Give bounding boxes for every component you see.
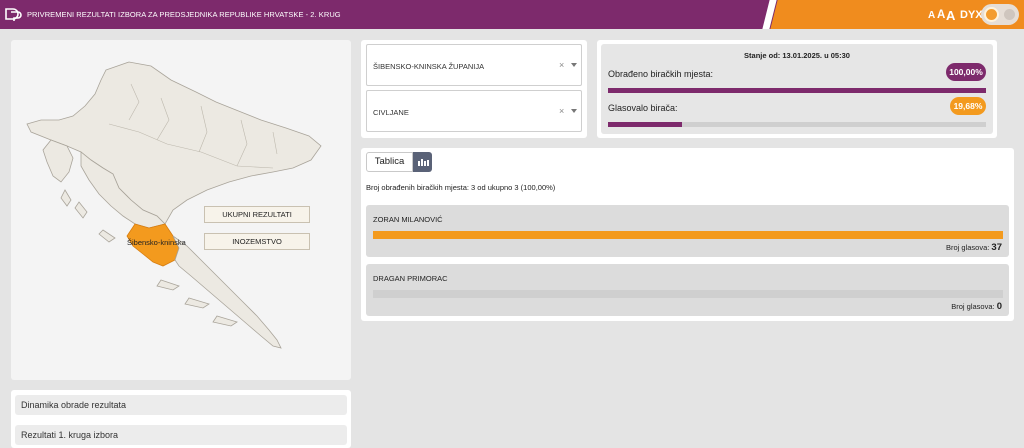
- status-inner: Stanje od: 13.01.2025. u 05:30 Obrađeno …: [601, 44, 993, 134]
- turnout-bar: [608, 122, 986, 127]
- turnout-badge: 19,68%: [950, 97, 986, 115]
- filter-panel: ŠIBENSKO-KNINSKA ŽUPANIJA × CIVLJANE ×: [361, 40, 587, 138]
- candidate-bar: [373, 231, 1003, 239]
- processed-badge: 100,00%: [946, 63, 986, 81]
- municipality-clear-icon[interactable]: ×: [559, 106, 564, 116]
- votes-label: Broj glasova:: [951, 302, 995, 311]
- total-results-button[interactable]: UKUPNI REZULTATI: [204, 206, 310, 223]
- municipality-select-value: CIVLJANE: [373, 108, 409, 117]
- county-select-value: ŠIBENSKO-KNINSKA ŽUPANIJA: [373, 62, 485, 71]
- map-panel: UKUPNI REZULTATI INOZEMSTVO Šibensko-kni…: [11, 40, 351, 380]
- font-size-large-button[interactable]: A: [946, 8, 955, 23]
- county-select[interactable]: ŠIBENSKO-KNINSKA ŽUPANIJA ×: [366, 44, 582, 86]
- highlighted-region-label: Šibensko-kninska: [127, 238, 186, 247]
- candidate-votes: Broj glasova: 37: [946, 242, 1002, 253]
- candidate-bar-fill: [373, 231, 1003, 239]
- county-clear-icon[interactable]: ×: [559, 60, 564, 70]
- processed-count-line: Broj obrađenih biračkih mjesta: 3 od uku…: [366, 183, 556, 192]
- processed-bar-fill: [608, 88, 986, 93]
- page-title: PRIVREMENI REZULTATI IZBORA ZA PREDSJEDN…: [27, 10, 341, 19]
- processed-bar: [608, 88, 986, 93]
- votes-value: 0: [996, 301, 1002, 312]
- map-region-south: [172, 235, 282, 349]
- status-panel: Stanje od: 13.01.2025. u 05:30 Obrađeno …: [597, 40, 997, 138]
- bottom-panel: Dinamika obrade rezultata Rezultati 1. k…: [11, 390, 351, 448]
- candidate-row: ZORAN MILANOVIĆ Broj glasova: 37: [366, 205, 1009, 257]
- candidate-row: DRAGAN PRIMORAC Broj glasova: 0: [366, 264, 1009, 316]
- chart-view-icon[interactable]: [413, 152, 432, 172]
- moon-icon: [1004, 9, 1015, 20]
- chevron-down-icon[interactable]: [571, 63, 577, 67]
- status-timestamp: Stanje od: 13.01.2025. u 05:30: [744, 51, 850, 60]
- turnout-bar-fill: [608, 122, 683, 127]
- results-panel: Tablica Broj obrađenih biračkih mjesta: …: [361, 148, 1014, 321]
- votes-label: Broj glasova:: [945, 243, 990, 252]
- accordion-first-round-results[interactable]: Rezultati 1. kruga izbora: [15, 425, 347, 445]
- turnout-label: Glasovalo birača:: [608, 103, 678, 113]
- font-size-medium-button[interactable]: A: [937, 9, 945, 21]
- theme-toggle[interactable]: [981, 4, 1019, 25]
- candidate-name: DRAGAN PRIMORAC: [373, 274, 448, 283]
- top-header: PRIVREMENI REZULTATI IZBORA ZA PREDSJEDN…: [0, 0, 1024, 29]
- font-size-small-button[interactable]: A: [928, 10, 935, 21]
- candidate-bar: [373, 290, 1003, 298]
- votes-value: 37: [991, 242, 1002, 253]
- processed-label: Obrađeno biračkih mjesta:: [608, 69, 714, 79]
- chevron-down-icon[interactable]: [571, 109, 577, 113]
- candidate-votes: Broj glasova: 0: [951, 301, 1002, 312]
- dyslexia-font-toggle[interactable]: DYX: [960, 9, 983, 21]
- sun-icon: [984, 7, 999, 22]
- municipality-select[interactable]: CIVLJANE ×: [366, 90, 582, 132]
- abroad-results-button[interactable]: INOZEMSTVO: [204, 233, 310, 250]
- candidate-name: ZORAN MILANOVIĆ: [373, 215, 443, 224]
- tab-table[interactable]: Tablica: [366, 152, 413, 172]
- dip-logo-icon[interactable]: [5, 7, 22, 21]
- accordion-processing-dynamics[interactable]: Dinamika obrade rezultata: [15, 395, 347, 415]
